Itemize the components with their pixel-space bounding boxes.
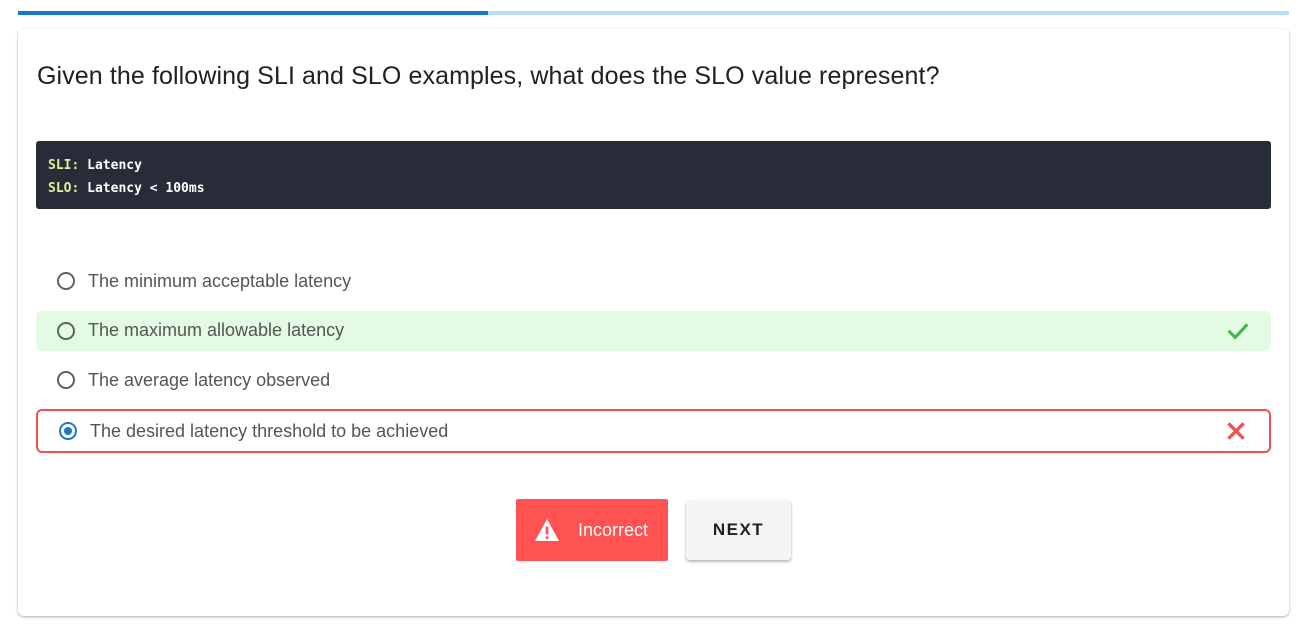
quiz-card: Given the following SLI and SLO examples… bbox=[18, 29, 1289, 616]
answer-option[interactable]: The average latency observed bbox=[36, 360, 1271, 400]
next-button[interactable]: NEXT bbox=[686, 500, 791, 560]
radio-button-checked[interactable] bbox=[59, 422, 77, 440]
quiz-actions: Incorrect NEXT bbox=[516, 499, 791, 561]
answer-options: The minimum acceptable latency The maxim… bbox=[36, 261, 1271, 463]
code-value: Latency bbox=[79, 158, 142, 173]
answer-option-label: The average latency observed bbox=[88, 369, 331, 390]
radio-button[interactable] bbox=[57, 321, 75, 340]
cross-icon bbox=[1227, 422, 1245, 440]
answer-option-selected-incorrect[interactable]: The desired latency threshold to be achi… bbox=[36, 409, 1271, 453]
code-block: SLI: Latency SLO: Latency < 100ms bbox=[36, 141, 1271, 209]
code-value: Latency < 100ms bbox=[79, 181, 205, 196]
code-line-slo: SLO: Latency < 100ms bbox=[48, 177, 1259, 200]
answer-option[interactable]: The minimum acceptable latency bbox=[36, 261, 1271, 301]
answer-option-label: The maximum allowable latency bbox=[88, 320, 345, 340]
answer-option-correct[interactable]: The maximum allowable latency bbox=[36, 310, 1271, 351]
progress-bar-fill bbox=[18, 11, 489, 15]
radio-button[interactable] bbox=[57, 272, 75, 290]
progress-bar bbox=[18, 11, 1289, 15]
check-icon bbox=[1227, 322, 1249, 340]
code-key: SLI: bbox=[48, 158, 80, 173]
code-line-sli: SLI: Latency bbox=[48, 154, 1259, 177]
radio-button[interactable] bbox=[57, 371, 75, 389]
code-key: SLO: bbox=[48, 181, 80, 196]
warning-triangle-icon bbox=[535, 519, 559, 541]
incorrect-result-button[interactable]: Incorrect bbox=[516, 499, 668, 561]
answer-option-label: The desired latency threshold to be achi… bbox=[90, 420, 449, 441]
result-label: Incorrect bbox=[578, 519, 649, 540]
answer-option-label: The minimum acceptable latency bbox=[88, 270, 352, 291]
question-text: Given the following SLI and SLO examples… bbox=[37, 62, 940, 90]
